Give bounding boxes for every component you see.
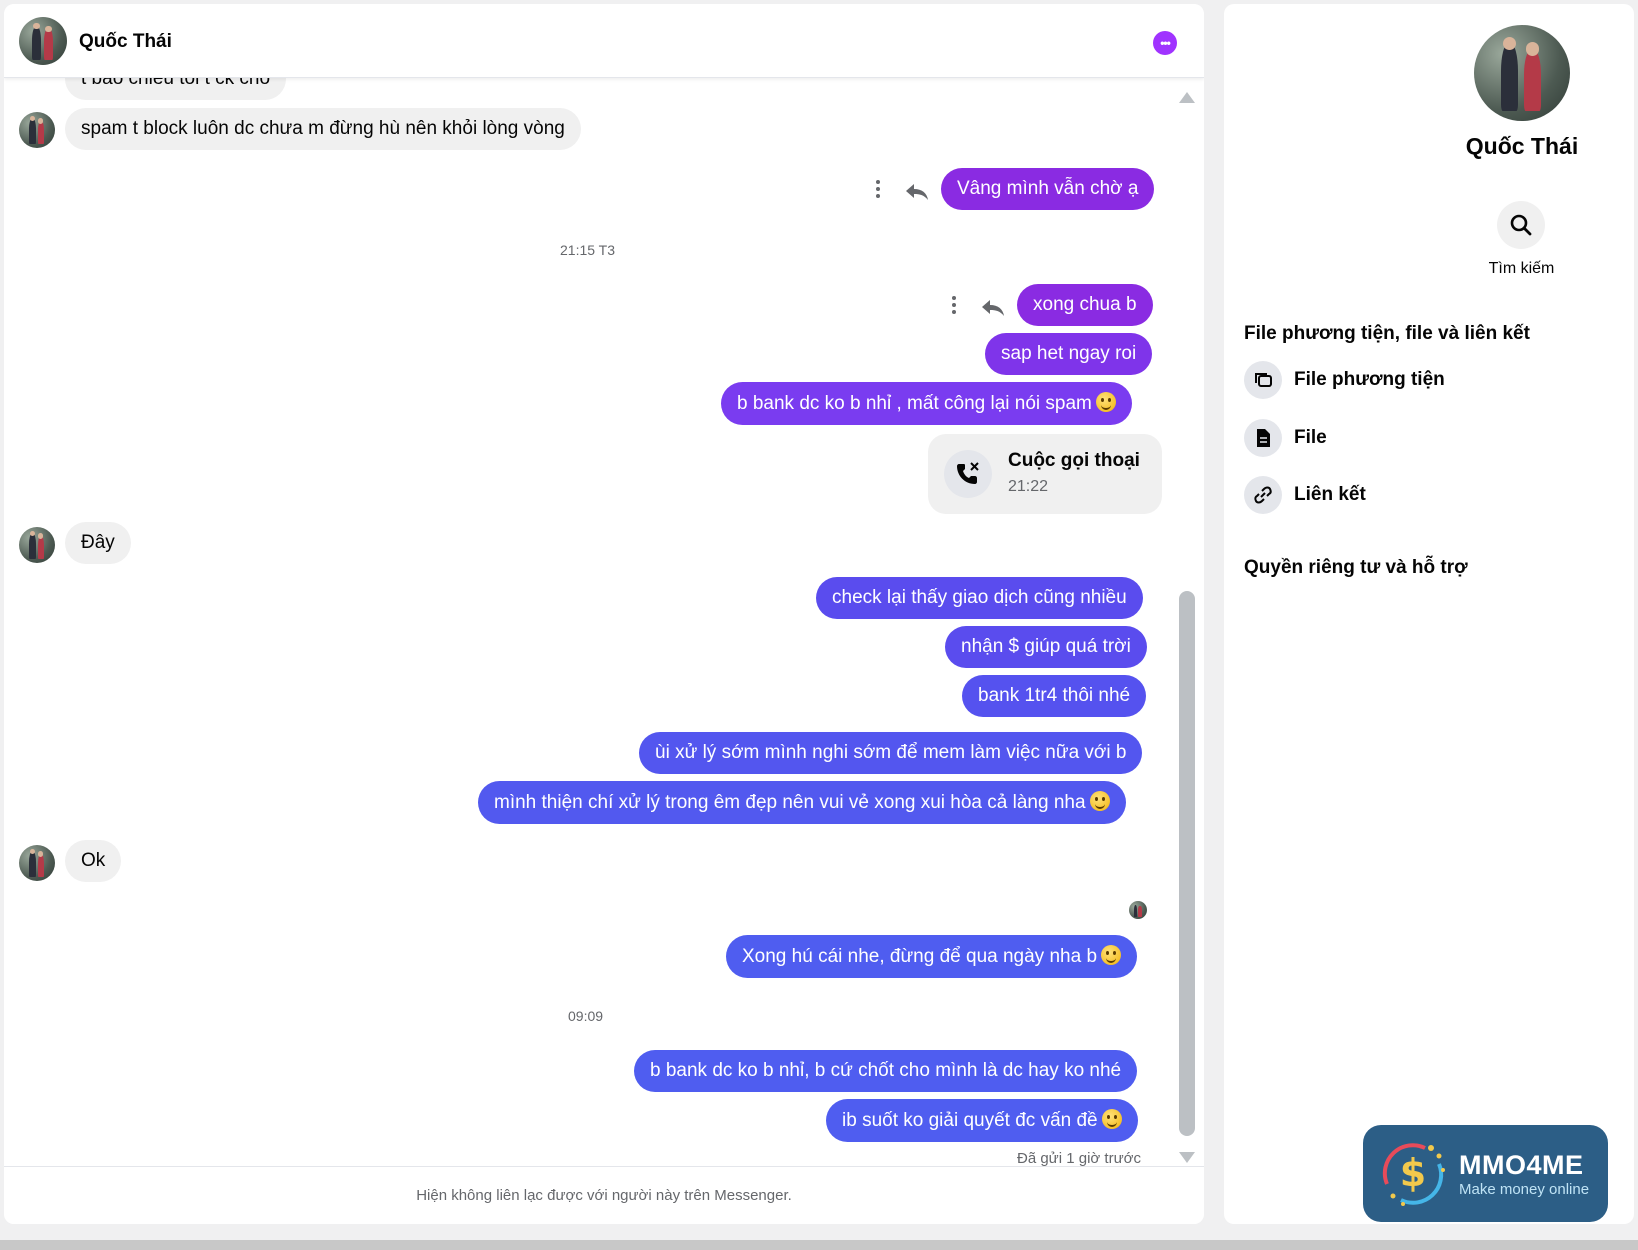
brand-title: MMO4ME: [1459, 1149, 1584, 1180]
file-icon: [1244, 419, 1282, 457]
contact-avatar[interactable]: [19, 845, 55, 881]
outgoing-message[interactable]: xong chua b: [1017, 284, 1153, 326]
smile-emoji-icon: [1089, 791, 1110, 811]
outgoing-message[interactable]: Vâng mình vẫn chờ ạ: [941, 168, 1155, 210]
scroll-down-arrow-icon[interactable]: [1179, 1152, 1195, 1163]
incoming-message[interactable]: Ok: [65, 840, 122, 882]
chat-header: Quốc Thái •••: [4, 4, 1204, 78]
outgoing-message[interactable]: Xong hú cái nhe, đừng để qua ngày nha b: [726, 935, 1138, 978]
sent-status: Đã gửi 1 giờ trước: [1017, 1150, 1141, 1167]
outgoing-message[interactable]: bank 1tr4 thôi nhé: [962, 675, 1147, 717]
read-receipt-avatar: [1129, 901, 1147, 919]
scroll-thumb[interactable]: [1179, 591, 1195, 1136]
contact-avatar[interactable]: [19, 17, 67, 65]
svg-text:$: $: [1400, 1151, 1426, 1195]
contact-avatar[interactable]: [19, 112, 55, 148]
chat-panel: t bảo chiều tối t ck cho spam t block lu…: [4, 4, 1204, 1224]
search-icon: [1510, 214, 1532, 236]
search-button[interactable]: [1497, 201, 1545, 249]
search-label: Tìm kiếm: [1488, 260, 1555, 277]
scrollbar[interactable]: [1179, 86, 1195, 1166]
contact-name[interactable]: Quốc Thái: [79, 31, 172, 53]
brand-subtitle: Make money online: [1459, 1180, 1590, 1198]
brand-watermark: $ MMO4ME Make money online: [1363, 1125, 1608, 1222]
info-panel: Quốc Thái Tìm kiếm File phương tiện, fil…: [1224, 4, 1634, 1224]
voice-call-bubble[interactable]: Cuộc gọi thoại 21:22: [928, 434, 1162, 514]
brand-logo-icon: $: [1373, 1134, 1453, 1214]
smile-emoji-icon: [1101, 1109, 1122, 1129]
outgoing-message[interactable]: mình thiện chí xử lý trong êm đẹp nên vu…: [478, 781, 1126, 824]
outgoing-message[interactable]: nhận $ giúp quá trời: [945, 626, 1147, 668]
reply-icon[interactable]: [980, 298, 1006, 318]
message-actions-icon[interactable]: [952, 296, 956, 314]
section-privacy-support[interactable]: Quyền riêng tư và hỗ trợ: [1244, 557, 1468, 579]
footer-notice: Hiện không liên lạc được với người này t…: [4, 1166, 1204, 1224]
missed-call-icon: [944, 450, 992, 498]
outgoing-message[interactable]: ib suốt ko giải quyết đc vấn đề: [826, 1099, 1138, 1142]
media-icon: [1244, 361, 1282, 399]
profile-name: Quốc Thái: [1465, 133, 1579, 159]
message-list: t bảo chiều tối t ck cho spam t block lu…: [4, 4, 1204, 1167]
smile-emoji-icon: [1101, 945, 1122, 965]
section-media-files-links[interactable]: File phương tiện, file và liên kết: [1244, 323, 1530, 345]
contact-avatar[interactable]: [19, 527, 55, 563]
timestamp: 09:09: [568, 1008, 604, 1024]
bottom-edge: [0, 1240, 1638, 1250]
call-title: Cuộc gọi thoại: [1008, 450, 1140, 471]
link-item[interactable]: Liên kết: [1244, 475, 1366, 515]
reply-icon[interactable]: [904, 182, 930, 202]
profile-avatar[interactable]: [1474, 25, 1570, 121]
outgoing-message[interactable]: b bank dc ko b nhỉ, b cứ chốt cho mình l…: [634, 1050, 1138, 1092]
incoming-message[interactable]: Đây: [65, 522, 131, 564]
outgoing-message[interactable]: sap het ngay roi: [985, 333, 1153, 375]
outgoing-message[interactable]: ùi xử lý sớm mình nghi sớm để mem làm vi…: [639, 732, 1143, 774]
scroll-up-arrow-icon[interactable]: [1179, 92, 1195, 103]
call-time: 21:22: [1008, 478, 1049, 495]
media-item[interactable]: File phương tiện: [1244, 360, 1445, 400]
smile-emoji-icon: [1095, 392, 1116, 412]
outgoing-message[interactable]: check lại thấy giao dịch cũng nhiều: [816, 577, 1143, 619]
message-actions-icon[interactable]: [876, 180, 880, 198]
more-icon[interactable]: •••: [1153, 31, 1177, 55]
outgoing-message[interactable]: b bank dc ko b nhỉ , mất công lại nói sp…: [721, 382, 1132, 425]
incoming-message[interactable]: spam t block luôn dc chưa m đừng hù nên …: [65, 108, 581, 150]
link-icon: [1244, 476, 1282, 514]
timestamp: 21:15 T3: [560, 242, 616, 258]
file-item[interactable]: File: [1244, 418, 1327, 458]
